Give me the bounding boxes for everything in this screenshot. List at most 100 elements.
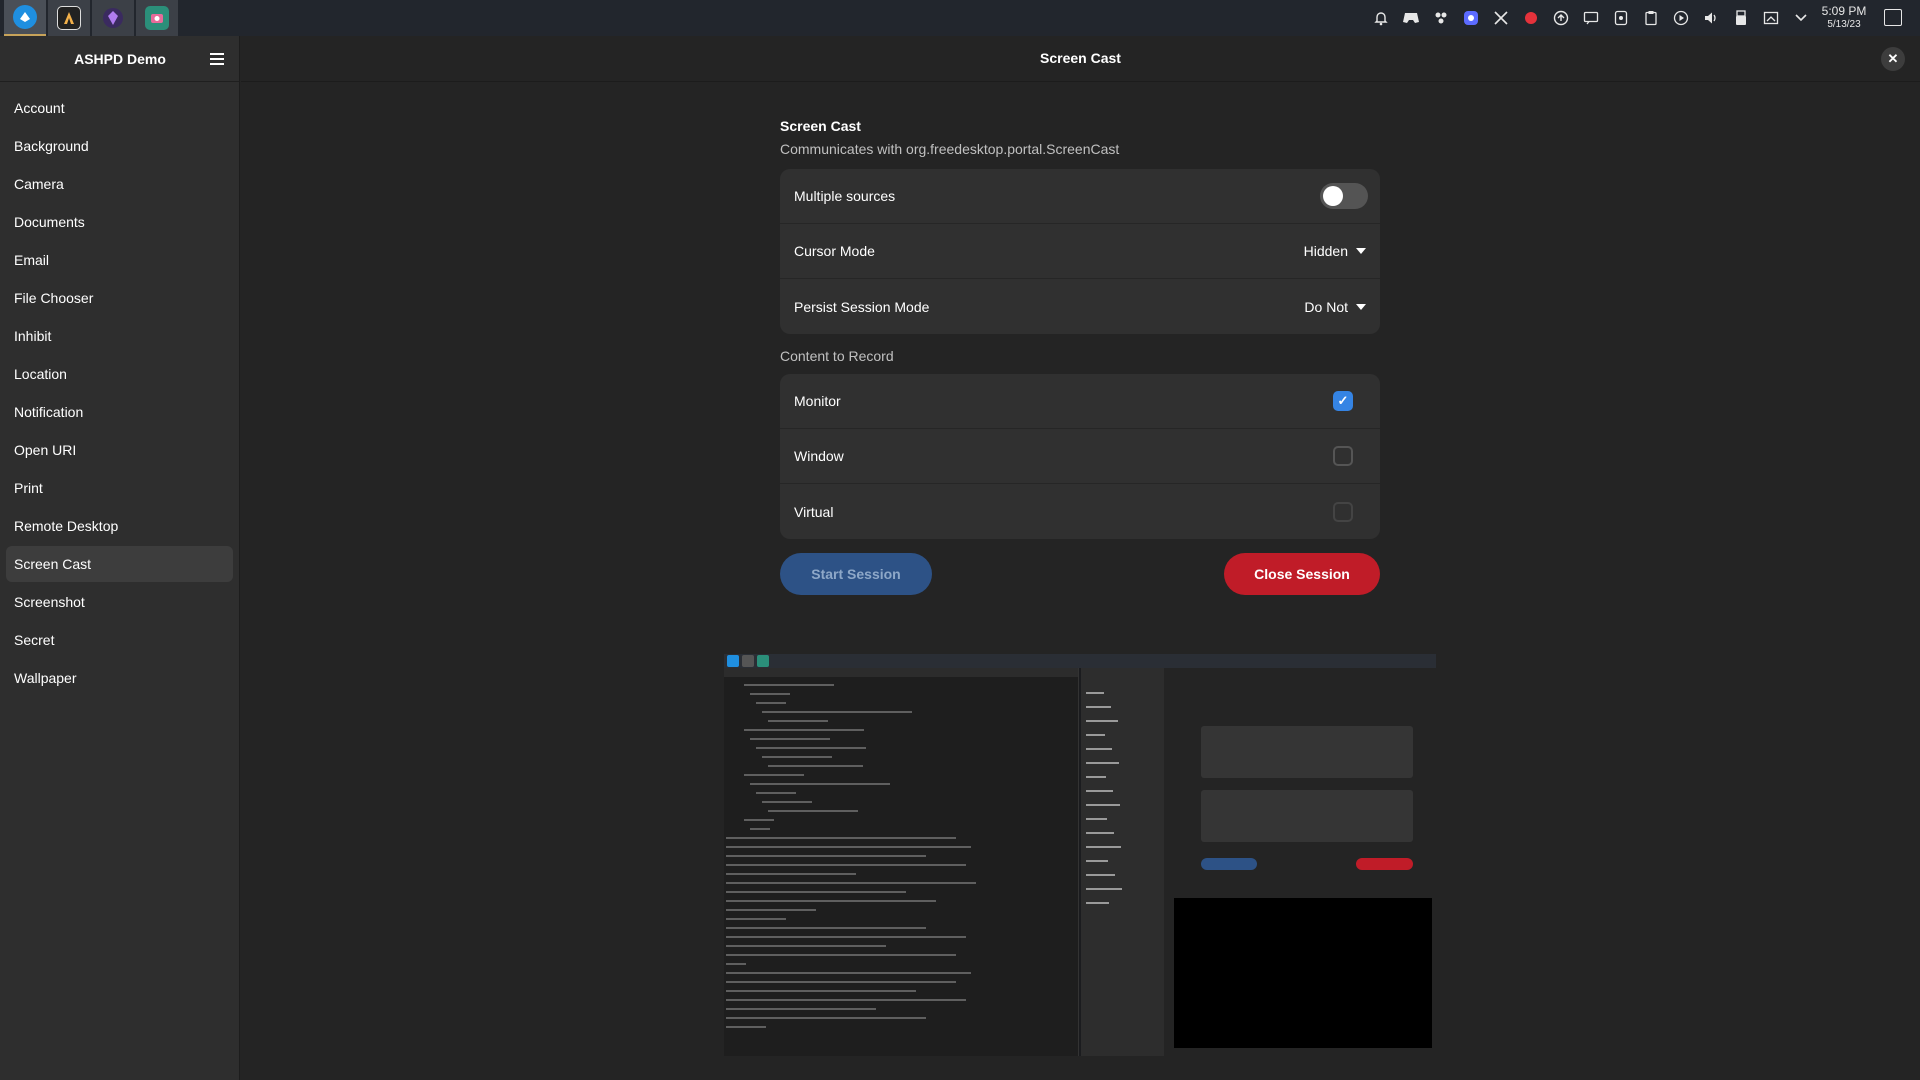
chevron-down-icon[interactable] [1786,0,1816,36]
preview-nav-item [1086,860,1108,862]
messages-icon[interactable] [1576,0,1606,36]
sidebar-item-open-uri[interactable]: Open URI [6,432,233,468]
preview-taskbar [724,654,1436,668]
preview-log-line [726,963,746,965]
preview-nav-item [1086,804,1120,806]
taskbar-app-gem[interactable] [92,0,134,36]
preview-log-line [726,873,856,875]
sidebar-item-wallpaper[interactable]: Wallpaper [6,660,233,696]
multiple-sources-switch[interactable] [1320,183,1368,209]
sidebar-item-file-chooser[interactable]: File Chooser [6,280,233,316]
monitor-label: Monitor [794,393,841,409]
volume-icon[interactable] [1696,0,1726,36]
preview-nav-item [1086,734,1105,736]
gamepad-icon[interactable] [1396,0,1426,36]
preview-app-icon [727,655,739,667]
cursor-mode-row: Cursor Mode Hidden [780,224,1380,279]
preview-card [1201,726,1413,778]
sidebar-item-email[interactable]: Email [6,242,233,278]
preview-video [1174,898,1432,1048]
taskbar-app-screenshot[interactable] [136,0,178,36]
sidebar-header: ASHPD Demo [0,36,239,82]
preview-log-line [744,819,774,821]
preview-nav-item [1086,790,1113,792]
tools-icon[interactable] [1486,0,1516,36]
taskbar-app-thunderbird[interactable] [4,0,46,36]
section-subtitle: Communicates with org.freedesktop.portal… [780,141,1120,157]
sidebar-item-location[interactable]: Location [6,356,233,392]
preview-nav-item [1086,776,1106,778]
record-icon[interactable] [1516,0,1546,36]
taskbar-clock[interactable]: 5:09 PM 5/13/23 [1816,5,1872,31]
main-menu-button[interactable] [205,47,229,71]
session-buttons: Start Session Close Session [780,553,1380,595]
preview-log-line [768,720,828,722]
preview-log-line [726,864,966,866]
page-title: Screen Cast [1040,50,1121,66]
section-title: Screen Cast [780,118,861,134]
switch-knob [1323,186,1343,206]
gem-app-icon [101,6,125,30]
cursor-mode-dropdown[interactable]: Hidden [1304,243,1366,259]
sidebar: ASHPD Demo Account Background Camera Doc… [0,36,240,1080]
hamburger-bar [210,63,224,65]
monitor-checkbox[interactable]: ✓ [1333,391,1353,411]
preview-log-line [726,927,926,929]
start-session-button[interactable]: Start Session [780,553,932,595]
preview-log-line [726,918,786,920]
sidebar-item-inhibit[interactable]: Inhibit [6,318,233,354]
window-row[interactable]: Window [780,429,1380,484]
sidebar-item-documents[interactable]: Documents [6,204,233,240]
notification-bell-icon[interactable] [1366,0,1396,36]
preview-close-button [1356,858,1413,870]
thunderbird-icon [13,5,37,29]
sidebar-item-print[interactable]: Print [6,470,233,506]
app-tray-icon[interactable] [1456,0,1486,36]
inkscape-icon [57,6,81,30]
monitor-row[interactable]: Monitor ✓ [780,374,1380,429]
content-to-record-label: Content to Record [780,348,894,364]
preview-log-line [756,747,866,749]
clipboard-icon[interactable] [1636,0,1666,36]
show-desktop-icon[interactable] [1884,9,1902,26]
content-header: Screen Cast ✕ [241,36,1920,82]
close-session-button[interactable]: Close Session [1224,553,1380,595]
sidebar-item-secret[interactable]: Secret [6,622,233,658]
preview-log-line [744,729,864,731]
preview-log-line [750,828,770,830]
system-tray [1366,0,1816,36]
vpn-icon[interactable] [1606,0,1636,36]
sidebar-nav: Account Background Camera Documents Emai… [0,82,239,696]
upload-icon[interactable] [1546,0,1576,36]
people-icon[interactable] [1426,0,1456,36]
media-play-icon[interactable] [1666,0,1696,36]
preview-nav-item [1086,762,1119,764]
clock-time: 5:09 PM [1821,4,1867,18]
preview-log-line [726,945,886,947]
virtual-row[interactable]: Virtual [780,484,1380,539]
sidebar-item-background[interactable]: Background [6,128,233,164]
preview-log-line [750,783,890,785]
dropdown-arrow-icon [1356,248,1366,254]
sidebar-item-screenshot[interactable]: Screenshot [6,584,233,620]
persist-session-dropdown[interactable]: Do Not [1304,299,1366,315]
sidebar-item-screen-cast[interactable]: Screen Cast [6,546,233,582]
sidebar-item-remote-desktop[interactable]: Remote Desktop [6,508,233,544]
preview-nav-item [1086,874,1115,876]
preview-log-line [726,837,956,839]
preview-log-line [726,1008,876,1010]
preview-card [1201,790,1413,842]
sidebar-item-account[interactable]: Account [6,90,233,126]
network-icon[interactable] [1756,0,1786,36]
window-checkbox[interactable] [1333,446,1353,466]
preview-start-button [1201,858,1257,870]
preview-log-line [726,900,936,902]
sidebar-item-notification[interactable]: Notification [6,394,233,430]
window-close-button[interactable]: ✕ [1881,47,1905,71]
usb-icon[interactable] [1726,0,1756,36]
virtual-checkbox[interactable] [1333,501,1353,522]
preview-log-line [762,711,912,713]
cursor-mode-label: Cursor Mode [794,243,875,259]
sidebar-item-camera[interactable]: Camera [6,166,233,202]
taskbar-app-inkscape[interactable] [48,0,90,36]
